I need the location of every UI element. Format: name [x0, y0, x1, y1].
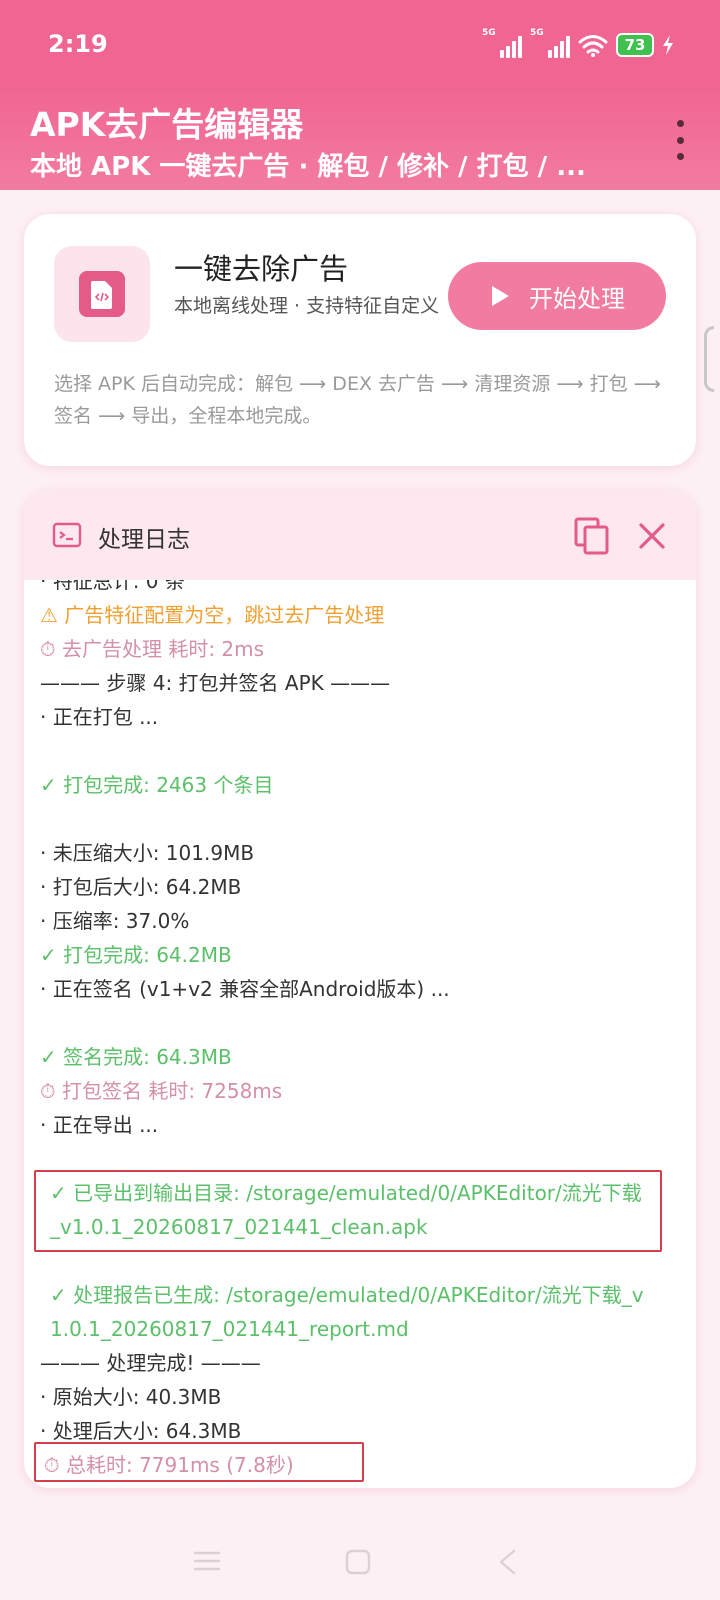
status-time: 2:19: [48, 30, 108, 58]
play-icon: [492, 286, 509, 306]
wifi-icon: [578, 35, 608, 57]
log-line-success: ✓ 打包完成: 2463 个条目: [40, 773, 274, 797]
navigation-bar: [0, 1540, 720, 1600]
log-line-warning: ⚠ 广告特征配置为空，跳过去广告处理: [40, 603, 385, 627]
log-line: · 正在签名 (v1+v2 兼容全部Android版本) ...: [40, 977, 450, 1001]
copy-icon[interactable]: [572, 516, 612, 556]
terminal-icon: [52, 522, 82, 548]
log-panel: 处理日志 · 特征总计: 0 条 ⚠ 广告特征配置为空，跳过去广告处理 ⏱ 去广…: [24, 490, 696, 1488]
start-processing-button[interactable]: 开始处理: [448, 262, 666, 330]
log-line: · 原始大小: 40.3MB: [40, 1385, 222, 1409]
action-card: 一键去除广告 本地离线处理 · 支持特征自定义 开始处理 选择 APK 后自动完…: [24, 214, 696, 466]
status-bar: 2:19 5G 5G 73: [0, 0, 720, 84]
log-line-success: ✓ 签名完成: 64.3MB: [40, 1045, 232, 1069]
log-line: · 未压缩大小: 101.9MB: [40, 841, 255, 865]
app-subtitle: 本地 APK 一键去广告 · 解包 / 修补 / 打包 / ...: [30, 152, 586, 182]
log-line: · 正在导出 ...: [40, 1113, 159, 1137]
signal-icon: 5G: [530, 28, 570, 58]
app-icon-tile: [54, 246, 150, 342]
log-line-timing: ⏱ 打包签名 耗时: 7258ms: [40, 1079, 283, 1103]
status-icons: 5G 5G 73: [482, 28, 674, 60]
apk-file-icon: [79, 271, 125, 317]
log-title: 处理日志: [98, 527, 190, 553]
log-line-report-path: ✓ 处理报告已生成: /storage/emulated/0/APKEditor…: [50, 1283, 644, 1341]
battery-icon: 73: [616, 33, 654, 57]
log-line-separator: ——— 步骤 4: 打包并签名 APK ———: [40, 671, 391, 695]
close-icon[interactable]: [636, 520, 668, 552]
log-line-timing: ⏱ 去广告处理 耗时: 2ms: [40, 637, 265, 661]
card-title: 一键去除广告: [174, 252, 349, 286]
signal-label: 5G: [530, 28, 544, 38]
card-note: 选择 APK 后自动完成：解包 ⟶ DEX 去广告 ⟶ 清理资源 ⟶ 打包 ⟶ …: [54, 373, 661, 427]
highlight-box: [34, 1170, 662, 1252]
log-line-success: ✓ 打包完成: 64.2MB: [40, 943, 232, 967]
log-header: 处理日志: [24, 490, 696, 580]
highlight-box: [34, 1442, 364, 1482]
log-scroll-area[interactable]: · 特征总计: 0 条 ⚠ 广告特征配置为空，跳过去广告处理 ⏱ 去广告处理 耗…: [24, 580, 696, 1488]
home-icon[interactable]: [344, 1548, 372, 1576]
more-options-icon[interactable]: [668, 120, 692, 160]
signal-icon: 5G: [482, 28, 522, 58]
app-header: APK去广告编辑器 本地 APK 一键去广告 · 解包 / 修补 / 打包 / …: [0, 84, 720, 190]
charging-icon: [663, 35, 673, 55]
log-line: · 正在打包 ...: [40, 705, 159, 729]
app-title: APK去广告编辑器: [30, 105, 304, 144]
start-button-label: 开始处理: [529, 284, 625, 313]
log-line: · 压缩率: 37.0%: [40, 909, 190, 933]
edge-handle[interactable]: [704, 326, 714, 392]
card-description: 本地离线处理 · 支持特征自定义: [174, 295, 440, 317]
menu-icon[interactable]: [192, 1548, 222, 1574]
signal-label: 5G: [482, 28, 496, 38]
log-line-separator: ——— 处理完成! ———: [40, 1351, 261, 1375]
back-icon[interactable]: [496, 1548, 520, 1576]
log-line: · 特征总计: 0 条: [40, 580, 185, 593]
log-line: · 打包后大小: 64.2MB: [40, 875, 242, 899]
